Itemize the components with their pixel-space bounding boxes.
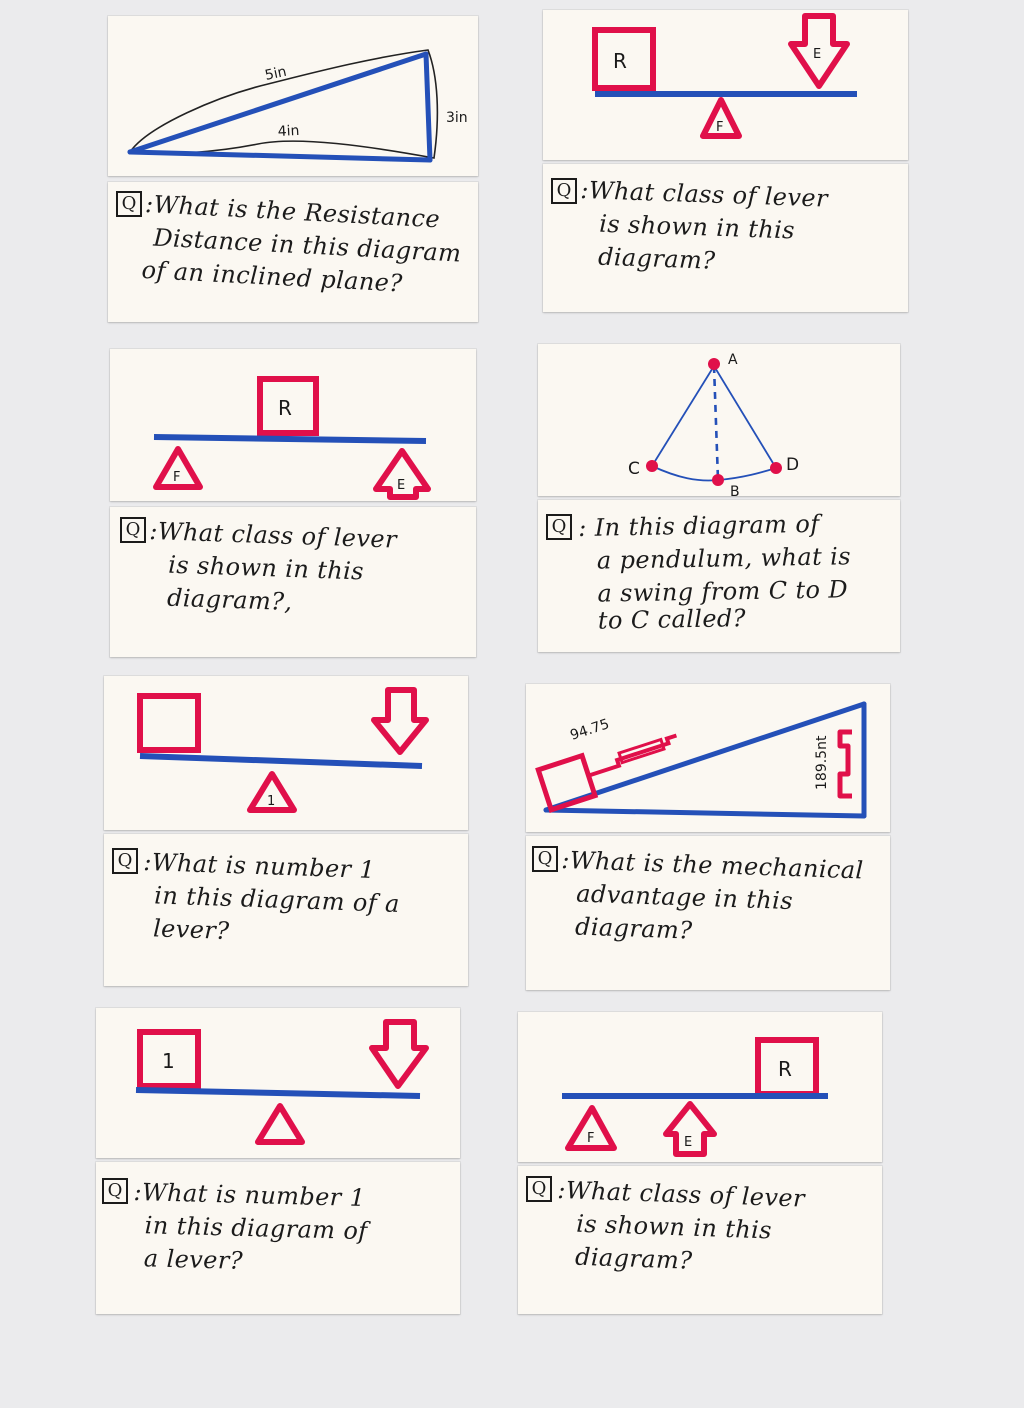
point-c-label: C	[628, 459, 640, 479]
card-lever-number-1-fulcrum: 1 Q :What is number 1 in this diagram of…	[104, 676, 468, 986]
resistance-label: R	[613, 49, 627, 73]
question-text: :What class of lever is shown in this di…	[579, 175, 829, 275]
effort-label: E	[813, 47, 821, 62]
question-text: :What class of lever is shown in this di…	[556, 1175, 806, 1275]
question-marker: Q	[532, 846, 558, 872]
question-text: :What is number 1 in this diagram of a l…	[142, 847, 401, 946]
flashcard-sheet: 5in 4in 3in Q :What is the Resistance Di…	[0, 0, 1024, 1408]
question-marker: Q	[112, 848, 138, 874]
base-label: 4in	[277, 123, 299, 140]
card-lever-class-1: R E F Q :What class of lever is shown in…	[543, 10, 908, 312]
fulcrum-label: F	[173, 470, 180, 485]
question-marker: Q	[546, 514, 572, 540]
card-lever-class-2: R F E Q :What class of lever is shown in…	[110, 349, 476, 657]
question-text: : In this diagram of a pendulum, what is…	[578, 509, 852, 635]
question-marker: Q	[526, 1176, 552, 1202]
effort-label: E	[397, 478, 405, 493]
point-a-label: A	[728, 352, 738, 368]
height-force-label: 189.5nt	[814, 735, 830, 790]
resistance-label: R	[278, 396, 292, 420]
height-label: 3in	[446, 110, 468, 126]
question-text: :What is number 1 in this diagram of a l…	[133, 1177, 368, 1275]
card-inclined-plane: 5in 4in 3in Q :What is the Resistance Di…	[108, 16, 478, 322]
resistance-label: R	[778, 1057, 792, 1081]
slope-force-label: 94.75	[568, 716, 611, 744]
effort-label: E	[684, 1135, 692, 1150]
hypotenuse-label: 5in	[264, 64, 289, 84]
question-marker: Q	[551, 178, 577, 204]
question-marker: Q	[116, 191, 142, 217]
card-lever-class-3: R F E Q :What class of lever is shown in…	[518, 1012, 882, 1314]
question-text: :What is the Resistance Distance in this…	[140, 189, 462, 298]
number-1-label: 1	[162, 1049, 175, 1073]
question-marker: Q	[102, 1178, 128, 1204]
point-d-label: D	[786, 455, 799, 475]
card-lever-number-1-resistance: 1 Q :What is number 1 in this diagram of…	[96, 1008, 460, 1314]
card-mechanical-advantage: 94.75 189.5nt Q :What is the mechanical …	[526, 684, 890, 990]
point-b-label: B	[730, 484, 740, 500]
fulcrum-label: F	[716, 120, 723, 135]
number-1-label: 1	[267, 794, 275, 809]
question-text: :What is the mechanical advantage in thi…	[560, 845, 865, 945]
fulcrum-label: F	[587, 1131, 594, 1146]
question-text: :What class of lever is shown in this di…	[148, 516, 398, 617]
card-pendulum: A C D B Q : In this diagram of a pendulu…	[538, 344, 900, 652]
question-marker: Q	[120, 517, 146, 543]
